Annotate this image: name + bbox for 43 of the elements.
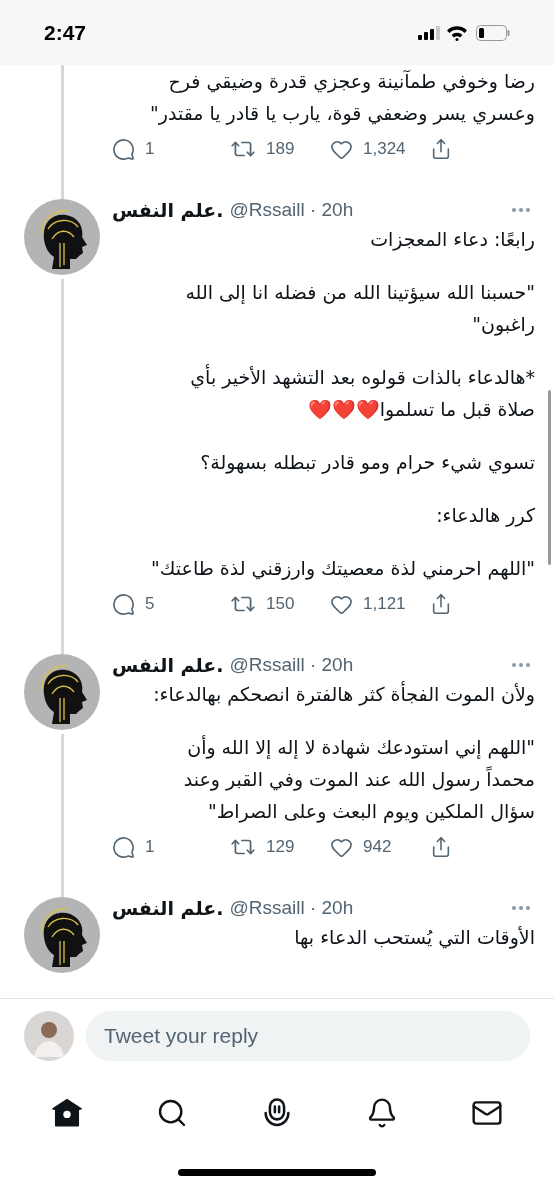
- signal-icon: [418, 25, 440, 40]
- retweet-count: 129: [266, 836, 295, 859]
- retweet-count: 189: [266, 138, 295, 161]
- like-count: 1,324: [363, 138, 406, 161]
- reply-field[interactable]: Tweet your reply: [86, 1010, 530, 1061]
- tweet-text: "اللهم إني استودعك شهادة لا إله إلا الله وأن محمداً رسول الله عند الموت وفي القبر وعند سؤال الملكين ويوم البعث وعلى الصراط": [182, 734, 535, 825]
- tweet-text: كرر هالدعاء:: [435, 503, 535, 529]
- author-handle: @Rssaill · 20h: [229, 652, 354, 677]
- author-handle: @Rssaill · 20h: [229, 197, 354, 222]
- more-icon[interactable]: [511, 662, 531, 668]
- avatar[interactable]: [24, 199, 100, 275]
- author-name[interactable]: علم النفس.: [112, 195, 224, 225]
- share-icon[interactable]: [430, 593, 452, 615]
- reply-icon[interactable]: [112, 592, 135, 616]
- wifi-icon: [446, 24, 468, 41]
- tweet-text: الأوقات التي يُستحب الدعاء بها: [293, 925, 535, 951]
- more-icon[interactable]: [511, 207, 531, 213]
- avatar[interactable]: [24, 897, 100, 973]
- reply-count: 5: [145, 593, 155, 616]
- tweet-text: تسوي شيء حرام ومو قادر تبطله بسهولة؟: [199, 450, 535, 476]
- like-count: 1,121: [363, 593, 406, 616]
- like-count: 942: [363, 836, 392, 859]
- status-time: 2:47: [44, 19, 87, 46]
- tweet-text: رابعًا: دعاء المعجزات: [369, 227, 535, 253]
- reply-icon[interactable]: [112, 835, 135, 859]
- author-handle: @Rssaill · 20h: [229, 895, 354, 920]
- avatar[interactable]: [24, 654, 100, 730]
- tweet-text: *هالدعاء بالذات قولوه بعد التشهد الأخير بأي صلاة قبل ما تسلموا❤❤❤: [189, 363, 535, 423]
- reply-icon[interactable]: [112, 137, 135, 161]
- tweet-text: "حسبنا الله سيؤتينا الله من فضله انا إلى الله راغبون": [184, 280, 535, 338]
- author-name[interactable]: علم النفس.: [112, 893, 224, 923]
- tweet-text: "اللهم احرمني لذة معصيتك وارزقني لذة طاعتك": [150, 556, 535, 582]
- reply-count: 1: [145, 836, 155, 859]
- more-icon[interactable]: [511, 905, 531, 911]
- share-icon[interactable]: [430, 836, 452, 858]
- battery-icon: [476, 24, 510, 41]
- share-icon[interactable]: [430, 138, 452, 160]
- retweet-count: 150: [266, 593, 295, 616]
- scrollbar[interactable]: [548, 390, 551, 565]
- reply-count: 1: [145, 138, 155, 161]
- author-name[interactable]: علم النفس.: [112, 650, 224, 680]
- tweet-text: رضا وخوفي طمآنينة وعجزي قدرة وضيقي فرح وعسري يسر وضعفي قوة، يارب يا قادر يا مقتدر": [149, 69, 535, 127]
- tweet-text: ولأن الموت الفجأة كثر هالفترة انصحكم بهالدعاء:: [152, 680, 535, 708]
